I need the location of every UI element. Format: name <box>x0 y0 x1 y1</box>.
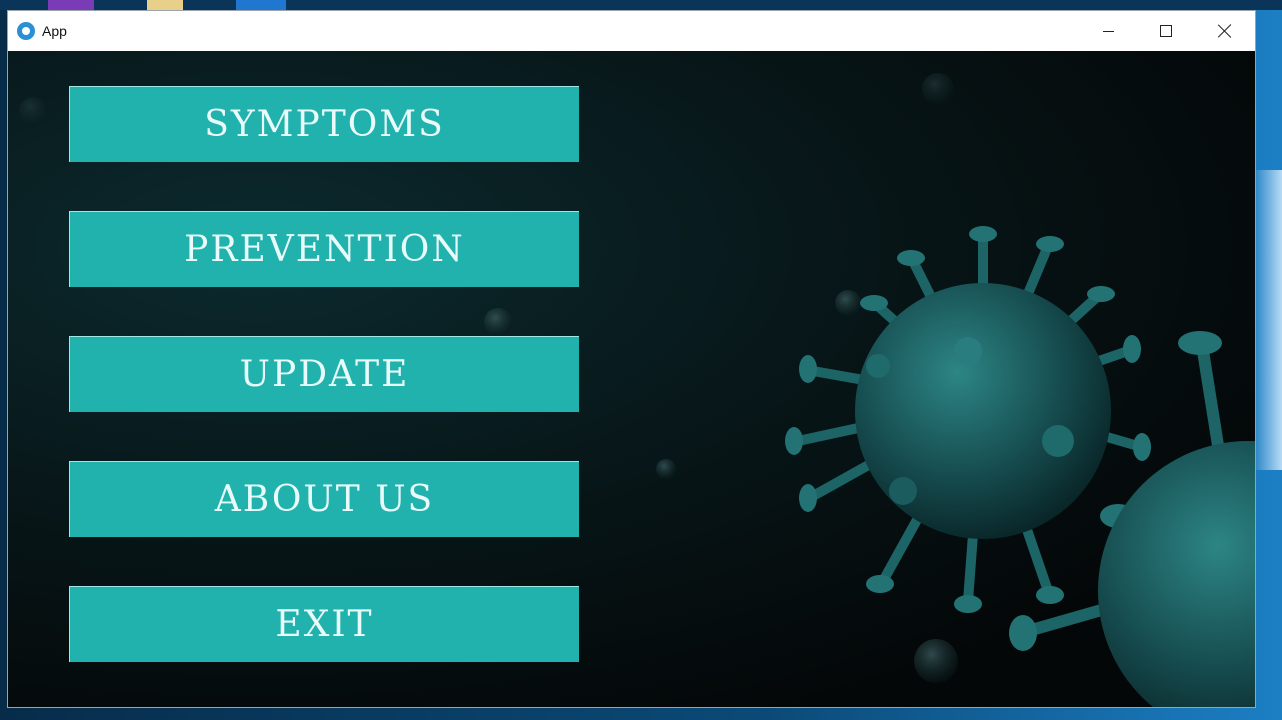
maximize-button[interactable] <box>1137 11 1195 51</box>
desktop-top-strip <box>0 0 1282 10</box>
about-us-button[interactable]: ABOUT US <box>69 461 579 537</box>
minimize-icon <box>1102 30 1114 32</box>
desktop-icon-folder[interactable] <box>48 0 94 10</box>
exit-button[interactable]: EXIT <box>69 586 579 662</box>
main-content: SYMPTOMS PREVENTION UPDATE ABOUT US EXIT <box>8 51 1255 707</box>
minimize-button[interactable] <box>1079 11 1137 51</box>
desktop-light-streak <box>1252 170 1282 470</box>
prevention-button[interactable]: PREVENTION <box>69 211 579 287</box>
maximize-icon <box>1160 25 1172 37</box>
update-button[interactable]: UPDATE <box>69 336 579 412</box>
app-gear-icon <box>17 22 35 40</box>
desktop-icon-file[interactable] <box>147 0 183 10</box>
symptoms-button[interactable]: SYMPTOMS <box>69 86 579 162</box>
window-title: App <box>42 23 67 39</box>
app-window: App SYMPTOMS PREVENTION UPDATE ABOUT US … <box>7 10 1256 708</box>
close-icon <box>1218 24 1232 38</box>
close-button[interactable] <box>1196 11 1254 51</box>
desktop-icon-app[interactable] <box>236 0 286 10</box>
title-bar[interactable]: App <box>8 11 1255 51</box>
